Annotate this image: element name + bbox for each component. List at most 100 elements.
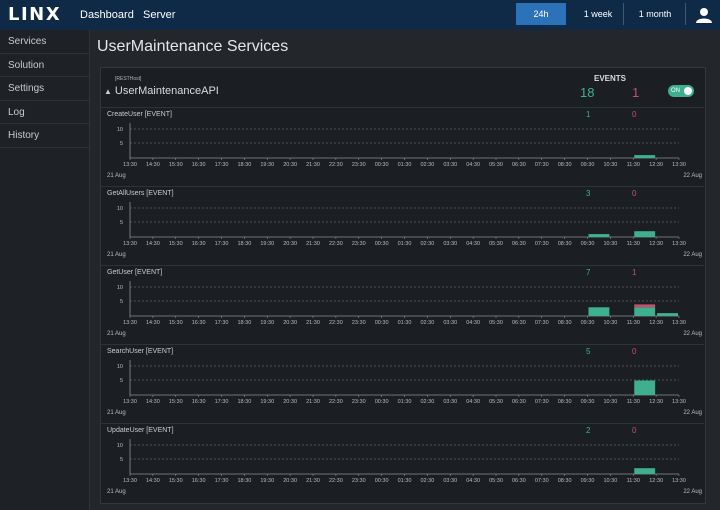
api-name: UserMaintenanceAPI bbox=[114, 85, 219, 97]
x-tick-label: 05:30 bbox=[489, 320, 503, 326]
sidebar-item-solution[interactable]: Solution bbox=[0, 54, 89, 78]
sidebar: Services Solution Settings Log History bbox=[0, 30, 90, 510]
x-tick-label: 21:30 bbox=[306, 399, 320, 405]
events-error-count: 1 bbox=[632, 85, 640, 100]
bar-success[interactable] bbox=[634, 231, 656, 237]
x-tick-label: 08:30 bbox=[558, 478, 572, 484]
x-tick-label: 13:30 bbox=[123, 320, 137, 326]
x-tick-label: 20:30 bbox=[283, 162, 297, 168]
range-divider bbox=[623, 3, 624, 25]
x-tick-label: 10:30 bbox=[603, 162, 617, 168]
x-tick-label: 14:30 bbox=[146, 399, 160, 405]
x-tick-label: 13:30 bbox=[672, 241, 686, 247]
x-tick-label: 14:30 bbox=[146, 320, 160, 326]
api-toggle-switch[interactable]: ON bbox=[668, 85, 694, 97]
x-tick-label: 14:30 bbox=[146, 478, 160, 484]
x-tick-label: 15:30 bbox=[169, 399, 183, 405]
x-tick-label: 02:30 bbox=[420, 478, 434, 484]
x-tick-label: 03:30 bbox=[443, 399, 457, 405]
x-tick-label: 07:30 bbox=[535, 478, 549, 484]
start-date-label: 21 Aug bbox=[107, 489, 126, 495]
x-tick-label: 14:30 bbox=[146, 162, 160, 168]
nav-server[interactable]: Server bbox=[143, 8, 175, 22]
linx-logo[interactable]: LINX bbox=[8, 5, 61, 25]
sidebar-item-history[interactable]: History bbox=[0, 124, 89, 148]
bar-success[interactable] bbox=[634, 307, 656, 316]
event-chart: 10 5 13:30 14:30 15:30 16:30 17:30 18:30 19:30 20… bbox=[107, 123, 702, 179]
range-divider bbox=[685, 3, 686, 25]
bar-success[interactable] bbox=[634, 155, 656, 158]
x-tick-label: 16:30 bbox=[192, 162, 206, 168]
range-tab-1-month[interactable]: 1 month bbox=[626, 3, 684, 25]
x-tick-label: 00:30 bbox=[375, 399, 389, 405]
x-tick-label: 02:30 bbox=[420, 241, 434, 247]
x-tick-label: 11:30 bbox=[627, 320, 640, 326]
bar-success[interactable] bbox=[634, 380, 656, 396]
x-tick-label: 21:30 bbox=[306, 241, 320, 247]
x-tick-label: 04:30 bbox=[466, 478, 480, 484]
event-chart: 10 5 13:30 14:30 15:30 16:30 17:30 18:30 19:30 20… bbox=[107, 439, 702, 495]
x-tick-label: 10:30 bbox=[603, 320, 617, 326]
api-header[interactable]: ▲ UserMaintenanceAPI bbox=[104, 84, 219, 99]
x-tick-label: 13:30 bbox=[672, 399, 686, 405]
user-icon[interactable] bbox=[695, 7, 713, 23]
sidebar-item-services[interactable]: Services bbox=[0, 30, 89, 54]
range-tab-1-week[interactable]: 1 week bbox=[572, 3, 624, 25]
x-tick-label: 07:30 bbox=[535, 320, 549, 326]
bar-success[interactable] bbox=[657, 313, 678, 316]
x-tick-label: 03:30 bbox=[443, 478, 457, 484]
x-tick-label: 18:30 bbox=[237, 399, 251, 405]
x-tick-label: 20:30 bbox=[283, 241, 297, 247]
y-tick-label: 5 bbox=[120, 299, 123, 305]
y-tick-label: 5 bbox=[120, 457, 123, 463]
x-tick-label: 23:30 bbox=[352, 320, 366, 326]
event-chart: 10 5 13:30 14:30 15:30 16:30 17:30 18:30 19:30 20… bbox=[107, 202, 702, 258]
x-tick-label: 12:30 bbox=[649, 320, 663, 326]
bar-success[interactable] bbox=[588, 307, 610, 316]
range-tab-24h[interactable]: 24h bbox=[516, 3, 566, 25]
x-tick-label: 22:30 bbox=[329, 399, 343, 405]
bar-error[interactable] bbox=[634, 304, 656, 308]
x-tick-label: 06:30 bbox=[512, 399, 526, 405]
nav-dashboard[interactable]: Dashboard bbox=[80, 8, 134, 22]
y-tick-label: 10 bbox=[117, 127, 123, 133]
x-tick-label: 06:30 bbox=[512, 320, 526, 326]
sidebar-item-log[interactable]: Log bbox=[0, 101, 89, 125]
x-tick-label: 15:30 bbox=[169, 162, 183, 168]
x-tick-label: 03:30 bbox=[443, 241, 457, 247]
x-tick-label: 12:30 bbox=[649, 241, 663, 247]
x-tick-label: 00:30 bbox=[375, 478, 389, 484]
x-tick-label: 04:30 bbox=[466, 162, 480, 168]
x-tick-label: 23:30 bbox=[352, 162, 366, 168]
x-tick-label: 04:30 bbox=[466, 241, 480, 247]
x-tick-label: 11:30 bbox=[627, 162, 640, 168]
x-tick-label: 15:30 bbox=[169, 241, 183, 247]
x-tick-label: 05:30 bbox=[489, 399, 503, 405]
x-tick-label: 13:30 bbox=[123, 162, 137, 168]
collapse-caret-icon[interactable]: ▲ bbox=[104, 87, 112, 96]
x-tick-label: 06:30 bbox=[512, 162, 526, 168]
x-tick-label: 01:30 bbox=[398, 399, 412, 405]
page-title: UserMaintenance Services bbox=[97, 38, 289, 55]
x-tick-label: 16:30 bbox=[192, 399, 206, 405]
x-tick-label: 14:30 bbox=[146, 241, 160, 247]
x-tick-label: 18:30 bbox=[237, 162, 251, 168]
x-tick-label: 04:30 bbox=[466, 320, 480, 326]
x-tick-label: 22:30 bbox=[329, 320, 343, 326]
bar-success[interactable] bbox=[634, 468, 656, 474]
x-tick-label: 17:30 bbox=[215, 162, 229, 168]
event-row: GetUser [EVENT] 7 1 10 5 13:30 14:30 15:30 16:30… bbox=[101, 265, 704, 344]
top-bar: LINX Dashboard Server 24h 1 week 1 month bbox=[0, 0, 720, 30]
x-tick-label: 13:30 bbox=[672, 478, 686, 484]
x-tick-label: 09:30 bbox=[581, 241, 595, 247]
x-tick-label: 08:30 bbox=[558, 162, 572, 168]
x-tick-label: 06:30 bbox=[512, 241, 526, 247]
sidebar-item-settings[interactable]: Settings bbox=[0, 77, 89, 101]
bar-success[interactable] bbox=[588, 234, 610, 237]
end-date-label: 22 Aug bbox=[683, 410, 702, 416]
start-date-label: 21 Aug bbox=[107, 173, 126, 179]
x-tick-label: 22:30 bbox=[329, 478, 343, 484]
toggle-label: ON bbox=[671, 88, 680, 94]
event-chart: 10 5 13:30 14:30 15:30 16:30 17:30 18:30 19:30 20… bbox=[107, 281, 702, 337]
y-tick-label: 5 bbox=[120, 220, 123, 226]
